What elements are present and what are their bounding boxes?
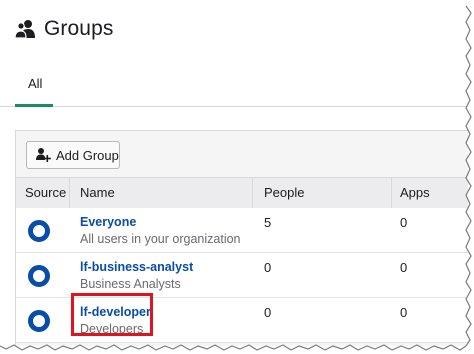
group-description: Business Analysts — [80, 277, 181, 291]
groups-icon — [14, 18, 36, 40]
page-header: Groups — [14, 14, 113, 44]
apps-count: 0 — [400, 215, 408, 230]
source-icon — [28, 220, 50, 242]
source-icon — [28, 265, 50, 287]
column-divider — [391, 178, 392, 208]
add-group-button[interactable]: Add Group — [26, 141, 120, 169]
tab-bar: All — [0, 66, 468, 107]
column-header-apps[interactable]: Apps — [400, 185, 430, 200]
column-header-name[interactable]: Name — [80, 185, 115, 200]
group-name-link[interactable]: Everyone — [80, 215, 136, 229]
highlight-box — [71, 293, 153, 336]
page-title: Groups — [44, 17, 114, 40]
people-count: 0 — [264, 260, 272, 275]
people-count: 0 — [264, 305, 272, 320]
column-divider — [252, 178, 253, 208]
column-header-source[interactable]: Source — [25, 185, 66, 200]
table-row: Everyone All users in your organization … — [16, 208, 468, 253]
add-user-icon — [35, 147, 51, 163]
table-row: lf-business-analyst Business Analysts 0 … — [16, 253, 468, 298]
add-group-label: Add Group — [56, 147, 119, 163]
apps-count: 0 — [400, 305, 408, 320]
tab-all-label: All — [28, 76, 43, 91]
group-name-link[interactable]: lf-business-analyst — [80, 260, 193, 274]
apps-count: 0 — [400, 260, 408, 275]
group-description: All users in your organization — [80, 232, 241, 246]
source-icon — [28, 310, 50, 332]
active-tab-indicator — [15, 104, 53, 107]
column-divider — [69, 178, 70, 208]
column-header-people[interactable]: People — [264, 185, 304, 200]
people-count: 5 — [264, 215, 272, 230]
page: Groups All Add Group Source Name People … — [0, 0, 468, 346]
table-header: Source Name People Apps — [16, 177, 468, 209]
tab-all[interactable]: All — [15, 66, 53, 107]
